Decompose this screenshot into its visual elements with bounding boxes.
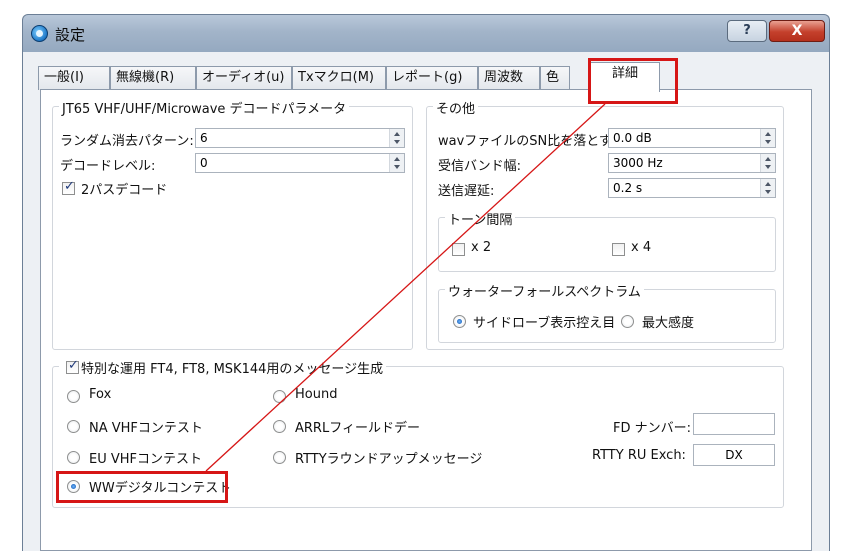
tx-delay-spinbox[interactable]: 0.2 s [608,178,776,198]
na-vhf-label: NA VHFコンテスト [89,421,203,436]
tone-spacing-group: トーン間隔 x 2 x 4 [438,209,776,272]
rtty-ru-exch-label: RTTY RU Exch: [592,448,686,463]
tab-reporting[interactable]: レポート(g) [386,66,478,90]
other-group-title: その他 [433,98,479,117]
fox-label: Fox [89,387,112,402]
wav-snr-label: wavファイルのSN比を落とす: [438,134,617,149]
arrl-field-day-label: ARRLフィールドデー [295,421,420,436]
spin-arrows-icon[interactable] [389,129,404,147]
x2-checkbox[interactable] [452,243,465,256]
eu-vhf-label: EU VHFコンテスト [89,452,203,467]
rx-bandwidth-label: 受信バンド幅: [438,159,522,174]
two-pass-checkbox[interactable] [62,179,75,195]
tab-audio[interactable]: オーディオ(u) [196,66,292,90]
waterfall-title: ウォーターフォールスペクトラム [445,281,644,300]
ww-digi-label: WWデジタルコンテスト [89,481,232,496]
fox-radio[interactable] [67,390,80,403]
na-vhf-radio[interactable] [67,420,80,433]
random-erase-spinbox[interactable]: 6 [195,128,405,148]
random-erase-label: ランダム消去パターン: [60,134,194,149]
decode-level-label: デコードレベル: [60,159,156,174]
jt65-decode-group: JT65 VHF/UHF/Microwave デコードパラメータ ランダム消去パ… [52,98,413,350]
help-button[interactable]: ? [727,20,767,42]
waterfall-group: ウォーターフォールスペクトラム サイドローブ表示控え目 最大感度 [438,281,776,343]
fd-number-label: FD ナンバー: [613,421,692,436]
ww-digi-radio[interactable] [67,480,80,493]
close-button[interactable]: X [769,20,825,42]
x4-checkbox[interactable] [612,243,625,256]
hound-label: Hound [295,387,338,402]
x2-label: x 2 [471,240,492,255]
spin-arrows-icon[interactable] [389,154,404,172]
tab-radio[interactable]: 無線機(R) [110,66,196,90]
rx-bandwidth-spinbox[interactable]: 3000 Hz [608,153,776,173]
tab-frequencies[interactable]: 周波数 [478,66,540,90]
eu-vhf-radio[interactable] [67,451,80,464]
fd-number-input[interactable] [693,413,775,435]
low-sidelobes-radio[interactable] [453,315,466,328]
tx-delay-value: 0.2 s [613,181,643,195]
spin-arrows-icon[interactable] [760,129,775,147]
x4-label: x 4 [631,240,652,255]
rtty-roundup-radio[interactable] [273,451,286,464]
tab-advanced[interactable]: 詳細 [590,62,660,92]
wav-snr-value: 0.0 dB [613,131,652,145]
random-erase-value: 6 [200,131,208,145]
decode-level-spinbox[interactable]: 0 [195,153,405,173]
tab-colors[interactable]: 色 [540,66,570,90]
max-sensitivity-label: 最大感度 [642,316,695,331]
app-icon [31,25,48,42]
rx-bandwidth-value: 3000 Hz [613,156,663,170]
jt65-group-title: JT65 VHF/UHF/Microwave デコードパラメータ [59,98,350,117]
wav-snr-spinbox[interactable]: 0.0 dB [608,128,776,148]
background-margin [0,14,22,551]
tx-delay-label: 送信遅延: [438,184,495,199]
tone-spacing-title: トーン間隔 [445,209,516,228]
tab-general[interactable]: 一般(I) [38,66,110,90]
max-sensitivity-radio[interactable] [621,315,634,328]
spin-arrows-icon[interactable] [760,179,775,197]
special-ops-group: 特別な運用 FT4, FT8, MSK144用のメッセージ生成 Fox Houn… [52,358,784,508]
special-ops-title: 特別な運用 FT4, FT8, MSK144用のメッセージ生成 [59,358,387,377]
rtty-ru-exch-input[interactable]: DX [693,444,775,466]
window-title: 設定 [55,26,86,44]
two-pass-label: 2パスデコード [81,183,168,198]
spin-arrows-icon[interactable] [760,154,775,172]
special-ops-checkbox[interactable] [66,358,79,374]
other-group: その他 wavファイルのSN比を落とす: 0.0 dB 受信バンド幅: 3000… [426,98,784,350]
tab-tx-macros[interactable]: Txマクロ(M) [292,66,386,90]
decode-level-value: 0 [200,156,208,170]
low-sidelobes-label: サイドローブ表示控え目 [473,316,616,331]
rtty-roundup-label: RTTYラウンドアップメッセージ [295,452,483,467]
arrl-field-day-radio[interactable] [273,420,286,433]
hound-radio[interactable] [273,390,286,403]
title-bar: 設定 ? X [22,14,830,52]
